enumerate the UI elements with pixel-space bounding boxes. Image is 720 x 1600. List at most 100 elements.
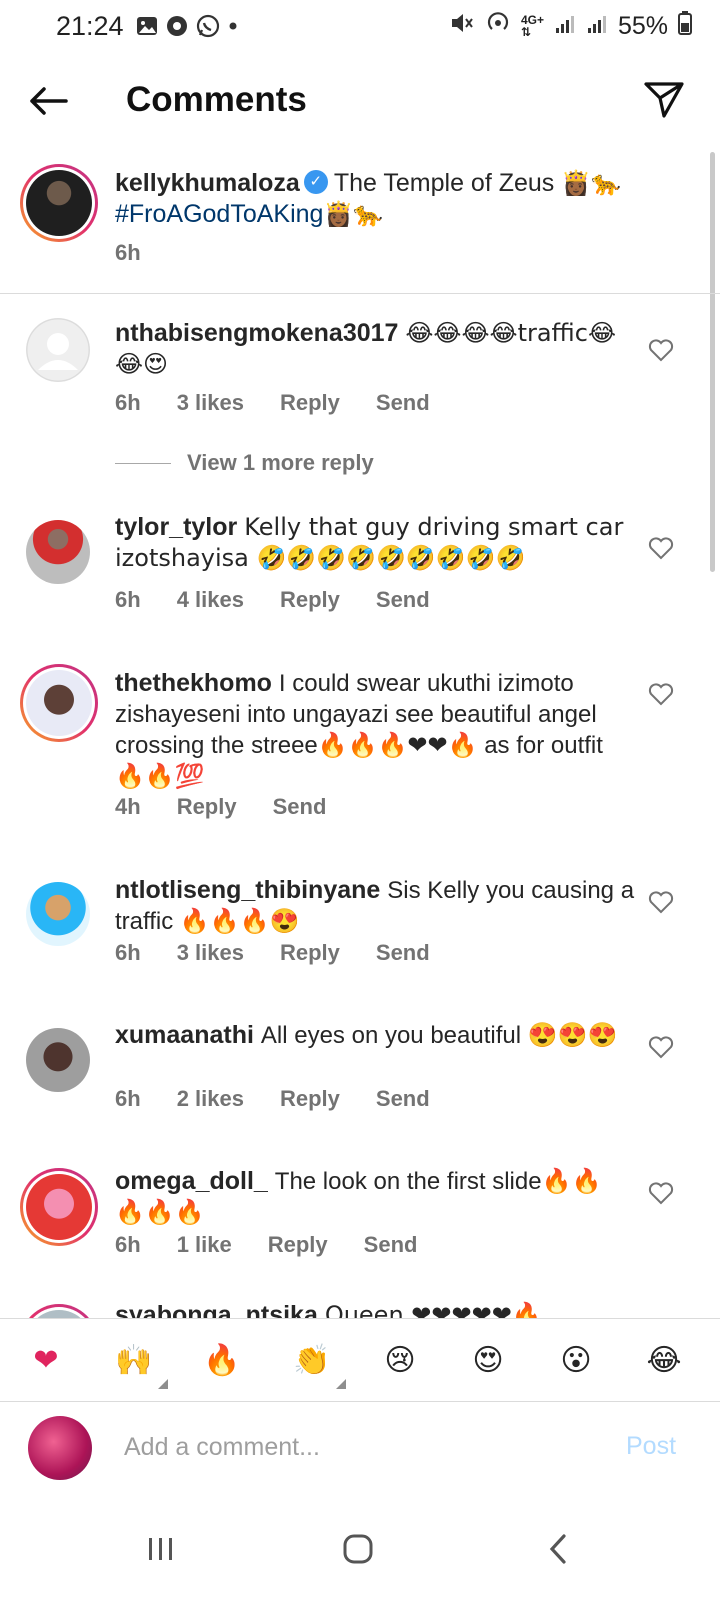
- comment-meta: 6h 2 likes Reply Send: [115, 1086, 466, 1112]
- reply-button[interactable]: Reply: [280, 940, 340, 966]
- comment-username[interactable]: xumaanathi: [115, 1021, 254, 1049]
- divider-line: [115, 462, 171, 464]
- caption-emojis: 👸🏾🐆: [561, 169, 622, 197]
- comment-text: thethekhomo I could swear ukuthi izimoto…: [115, 668, 625, 792]
- share-button[interactable]: [642, 78, 686, 122]
- comment-meta: 6h 4 likes Reply Send: [115, 587, 466, 613]
- send-button[interactable]: Send: [376, 1086, 430, 1112]
- avatar[interactable]: [20, 1304, 98, 1318]
- comment-input[interactable]: [124, 1422, 594, 1472]
- reply-button[interactable]: Reply: [280, 587, 340, 613]
- recent-apps-button[interactable]: [130, 1524, 190, 1574]
- comment-text: omega_doll_ The look on the first slide🔥…: [115, 1166, 625, 1228]
- caption-body: The Temple of Zeus: [333, 169, 555, 197]
- like-heart-icon[interactable]: [648, 1035, 674, 1059]
- dot-icon: [228, 21, 238, 31]
- page-title: Comments: [126, 80, 307, 119]
- comment-meta: 4h Reply Send: [115, 794, 362, 820]
- comment-text: nthabisengmokena3017 😂😂😂😂traffic😂😂😍: [115, 318, 635, 380]
- like-heart-icon[interactable]: [648, 338, 674, 362]
- status-bar: 21:24 4G+ ⇅ 55%: [0, 0, 720, 52]
- reply-button[interactable]: Reply: [280, 390, 340, 416]
- recent-apps-icon: [149, 1538, 172, 1560]
- comment-likes[interactable]: 3 likes: [177, 940, 244, 966]
- back-button[interactable]: [26, 78, 72, 124]
- caption-username[interactable]: kellykhumaloza: [115, 169, 300, 197]
- comment-username[interactable]: syabonga_ntsika: [115, 1301, 318, 1318]
- whatsapp-icon: [196, 14, 220, 38]
- skin-tone-corner-icon: [336, 1379, 346, 1389]
- chevron-left-icon: [549, 1534, 566, 1564]
- avatar[interactable]: [20, 164, 98, 242]
- 4g-icon: 4G+ ⇅: [520, 13, 544, 39]
- avatar[interactable]: [26, 318, 90, 382]
- emoji-fire-button[interactable]: 🔥: [194, 1333, 250, 1389]
- comment-meta: 6h 3 likes Reply Send: [115, 940, 466, 966]
- signal-icon-1: [554, 11, 576, 42]
- comment-username[interactable]: ntlotliseng_thibinyane: [115, 876, 380, 904]
- comment-likes[interactable]: 2 likes: [177, 1086, 244, 1112]
- avatar[interactable]: [26, 520, 90, 584]
- partial-comment: syabonga_ntsika Queen ❤❤❤❤❤🔥: [0, 1300, 720, 1318]
- crying-emoji-icon: 😢: [384, 1344, 416, 1377]
- comment-likes[interactable]: 3 likes: [177, 390, 244, 416]
- avatar[interactable]: [26, 1028, 90, 1092]
- like-heart-icon[interactable]: [648, 536, 674, 560]
- laughing-emoji-icon: 😂: [646, 1344, 682, 1377]
- emoji-heart-button[interactable]: ❤: [18, 1333, 74, 1389]
- home-icon: [343, 1534, 373, 1564]
- comment-username[interactable]: thethekhomo: [115, 669, 272, 697]
- comment-body: Queen ❤❤❤❤❤🔥: [324, 1301, 542, 1318]
- comment-text: tylor_tylor Kelly that guy driving smart…: [115, 512, 635, 574]
- emoji-raised-hands-button[interactable]: 🙌: [106, 1333, 168, 1389]
- send-button[interactable]: Send: [376, 587, 430, 613]
- reply-button[interactable]: Reply: [177, 794, 237, 820]
- home-button[interactable]: [328, 1524, 388, 1574]
- avatar[interactable]: [20, 1168, 98, 1246]
- status-time: 21:24: [56, 10, 124, 41]
- comment-username[interactable]: tylor_tylor: [115, 513, 237, 541]
- like-heart-icon[interactable]: [648, 890, 674, 914]
- comment-text: xumaanathi All eyes on you beautiful 😍😍😍: [115, 1020, 635, 1051]
- avatar[interactable]: [20, 664, 98, 742]
- send-button[interactable]: Send: [273, 794, 327, 820]
- post-button[interactable]: Post: [626, 1432, 676, 1461]
- comment-text: syabonga_ntsika Queen ❤❤❤❤❤🔥: [115, 1300, 635, 1318]
- emoji-heart-eyes-button[interactable]: 😍: [460, 1333, 516, 1389]
- hotspot-icon: [485, 10, 511, 43]
- caption-meta: 6h: [115, 240, 177, 266]
- like-heart-icon[interactable]: [648, 682, 674, 706]
- send-button[interactable]: Send: [376, 390, 430, 416]
- comment-composer: Post: [0, 1402, 720, 1498]
- verified-badge-icon: ✓: [303, 170, 328, 195]
- gallery-icon: [136, 15, 158, 37]
- quick-emoji-bar: ❤ 🙌 🔥 👏 😢 😍 😮 😂: [0, 1318, 720, 1402]
- post-caption: kellykhumaloza ✓ The Temple of Zeus 👸🏾🐆 #F…: [0, 158, 720, 294]
- comment-time: 6h: [115, 1086, 141, 1111]
- heart-eyes-emoji-icon: 😍: [472, 1344, 504, 1377]
- emoji-crying-button[interactable]: 😢: [372, 1333, 428, 1389]
- battery-percent: 55%: [617, 11, 668, 40]
- battery-icon: [678, 10, 692, 42]
- signal-icon-2: [586, 11, 608, 42]
- comment-time: 6h: [115, 940, 141, 965]
- reply-button[interactable]: Reply: [280, 1086, 340, 1112]
- emoji-surprised-button[interactable]: 😮: [548, 1333, 604, 1389]
- comment-meta: 6h 1 like Reply Send: [115, 1232, 453, 1258]
- comment-body: All eyes on you beautiful 😍😍😍: [260, 1022, 618, 1049]
- system-back-button[interactable]: [528, 1524, 588, 1574]
- send-button[interactable]: Send: [364, 1232, 418, 1258]
- view-more-label: View 1 more reply: [187, 450, 374, 475]
- avatar[interactable]: [26, 882, 90, 946]
- comment-username[interactable]: nthabisengmokena3017: [115, 319, 398, 347]
- send-button[interactable]: Send: [376, 940, 430, 966]
- like-heart-icon[interactable]: [648, 1181, 674, 1205]
- emoji-clap-button[interactable]: 👏: [284, 1333, 346, 1389]
- comment-likes[interactable]: 1 like: [177, 1232, 232, 1258]
- comment-username[interactable]: omega_doll_: [115, 1167, 268, 1195]
- emoji-laughing-button[interactable]: 😂: [636, 1333, 692, 1389]
- reply-button[interactable]: Reply: [268, 1232, 328, 1258]
- caption-hashtag[interactable]: #FroAGodToAKing: [115, 200, 323, 228]
- comment-likes[interactable]: 4 likes: [177, 587, 244, 613]
- view-more-replies[interactable]: View 1 more reply: [115, 450, 374, 476]
